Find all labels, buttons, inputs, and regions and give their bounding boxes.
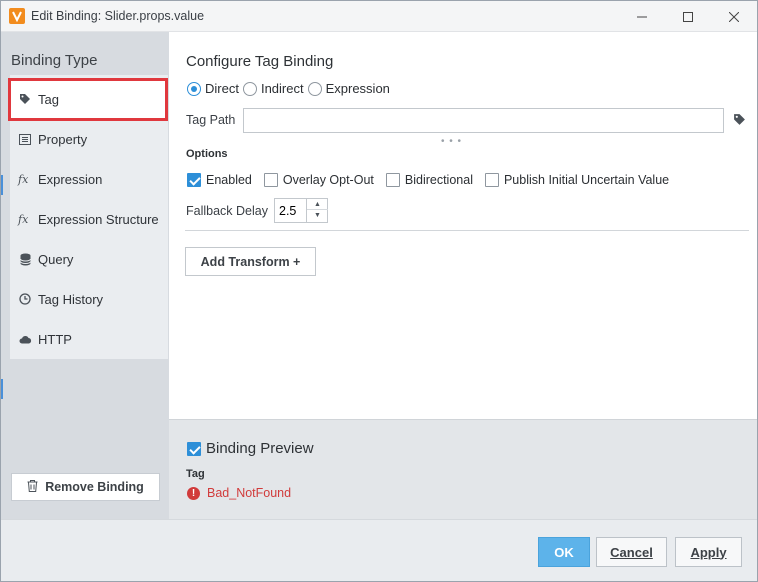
option-enabled[interactable]: Enabled [187, 173, 252, 187]
edge-marker [1, 379, 3, 399]
mode-label: Direct [205, 81, 239, 96]
fallback-delay-label: Fallback Delay [186, 204, 268, 218]
remove-binding-label: Remove Binding [45, 480, 144, 494]
binding-type-list: Tag Property fx Expression fx Expression… [10, 75, 168, 359]
spinner-buttons: ▲ ▼ [306, 199, 328, 222]
fx-icon: fx [18, 212, 29, 226]
option-bidirectional[interactable]: Bidirectional [385, 173, 473, 187]
options-heading: Options [186, 148, 228, 160]
binding-type-expression-structure[interactable]: fx Expression Structure [10, 199, 168, 239]
preview-type-label: Tag [186, 468, 205, 480]
option-label: Bidirectional [404, 173, 473, 187]
edit-binding-dialog: Edit Binding: Slider.props.value Binding… [0, 0, 758, 582]
binding-preview-panel: Binding Preview Tag ! Bad_NotFound [169, 419, 757, 519]
tag-path-input[interactable] [243, 108, 724, 133]
list-icon [18, 132, 32, 146]
checkbox[interactable] [484, 173, 499, 187]
options-group: Enabled Overlay Opt-Out Bidirectional Pu… [187, 173, 681, 187]
mode-label: Expression [325, 81, 390, 96]
binding-type-label: Query [38, 251, 74, 267]
mode-expression[interactable]: Expression [307, 81, 390, 96]
binding-type-label: Expression Structure [38, 211, 159, 227]
maximize-icon [683, 11, 693, 22]
title-bar: Edit Binding: Slider.props.value [1, 1, 757, 32]
spin-up-button[interactable]: ▲ [307, 199, 328, 210]
binding-type-label: HTTP [38, 331, 72, 347]
preview-status-text: Bad_NotFound [207, 486, 292, 500]
binding-type-tag-history[interactable]: Tag History [10, 279, 168, 319]
checkbox[interactable] [385, 173, 400, 187]
radio-button[interactable] [242, 81, 257, 96]
binding-type-label: Property [38, 131, 88, 147]
cancel-button[interactable]: Cancel [596, 537, 667, 567]
binding-type-property[interactable]: Property [10, 119, 168, 159]
binding-type-label: Expression [38, 171, 103, 187]
radio-button[interactable] [187, 81, 201, 96]
configure-title: Configure Tag Binding [186, 53, 334, 70]
spin-down-button[interactable]: ▼ [307, 210, 328, 221]
edge-marker [1, 175, 3, 195]
option-label: Publish Initial Uncertain Value [503, 173, 670, 187]
mode-indirect[interactable]: Indirect [242, 81, 304, 96]
cloud-icon [18, 332, 32, 346]
binding-type-label: Tag History [38, 291, 104, 307]
binding-type-heading: Binding Type [11, 52, 98, 69]
window-title: Edit Binding: Slider.props.value [31, 9, 205, 23]
minimize-button[interactable] [619, 1, 665, 32]
maximize-button[interactable] [665, 1, 711, 32]
binding-type-tag[interactable]: Tag [10, 79, 168, 119]
tag-path-label: Tag Path [186, 113, 236, 127]
trash-icon [27, 479, 38, 495]
tag-browser-button[interactable] [733, 113, 746, 129]
add-transform-button[interactable]: Add Transform + [185, 247, 316, 276]
minimize-icon [637, 16, 647, 17]
binding-type-label: Tag [38, 91, 59, 107]
preview-status: ! Bad_NotFound [187, 486, 291, 500]
mode-label: Indirect [260, 81, 304, 96]
binding-preview-title: Binding Preview [206, 440, 314, 457]
divider [185, 230, 749, 231]
binding-type-http[interactable]: HTTP [10, 319, 168, 359]
fx-icon: fx [18, 172, 29, 186]
configure-panel: Configure Tag Binding Direct Indirect Ex… [169, 32, 757, 419]
radio-button[interactable] [307, 81, 322, 96]
tag-icon [18, 92, 32, 106]
binding-mode-group: Direct Indirect Expression [187, 81, 394, 96]
close-icon [729, 11, 739, 22]
binding-type-expression[interactable]: fx Expression [10, 159, 168, 199]
mode-direct[interactable]: Direct [187, 81, 239, 96]
binding-preview-toggle[interactable]: Binding Preview [187, 440, 314, 457]
ok-button[interactable]: OK [538, 537, 590, 567]
database-icon [18, 252, 32, 266]
binding-type-panel: Binding Type Tag Property fx Expression … [1, 32, 169, 519]
binding-type-query[interactable]: Query [10, 239, 168, 279]
apply-button[interactable]: Apply [675, 537, 742, 567]
resize-handle[interactable]: • • • [441, 136, 462, 147]
option-overlay-opt-out[interactable]: Overlay Opt-Out [263, 173, 374, 187]
clock-icon [18, 292, 32, 306]
remove-binding-button[interactable]: Remove Binding [11, 473, 160, 501]
option-label: Overlay Opt-Out [282, 173, 374, 187]
checkbox[interactable] [187, 173, 201, 187]
error-icon: ! [187, 486, 200, 500]
fallback-delay-spinner: ▲ ▼ [274, 198, 328, 223]
close-button[interactable] [711, 1, 757, 32]
option-publish-initial-uncertain[interactable]: Publish Initial Uncertain Value [484, 173, 670, 187]
option-label: Enabled [206, 173, 252, 187]
dialog-footer: OK Cancel Apply [1, 519, 757, 581]
fallback-delay-input[interactable] [275, 199, 307, 222]
checkbox[interactable] [263, 173, 278, 187]
tag-icon [734, 114, 745, 125]
checkbox[interactable] [187, 441, 201, 456]
app-icon [9, 8, 25, 24]
